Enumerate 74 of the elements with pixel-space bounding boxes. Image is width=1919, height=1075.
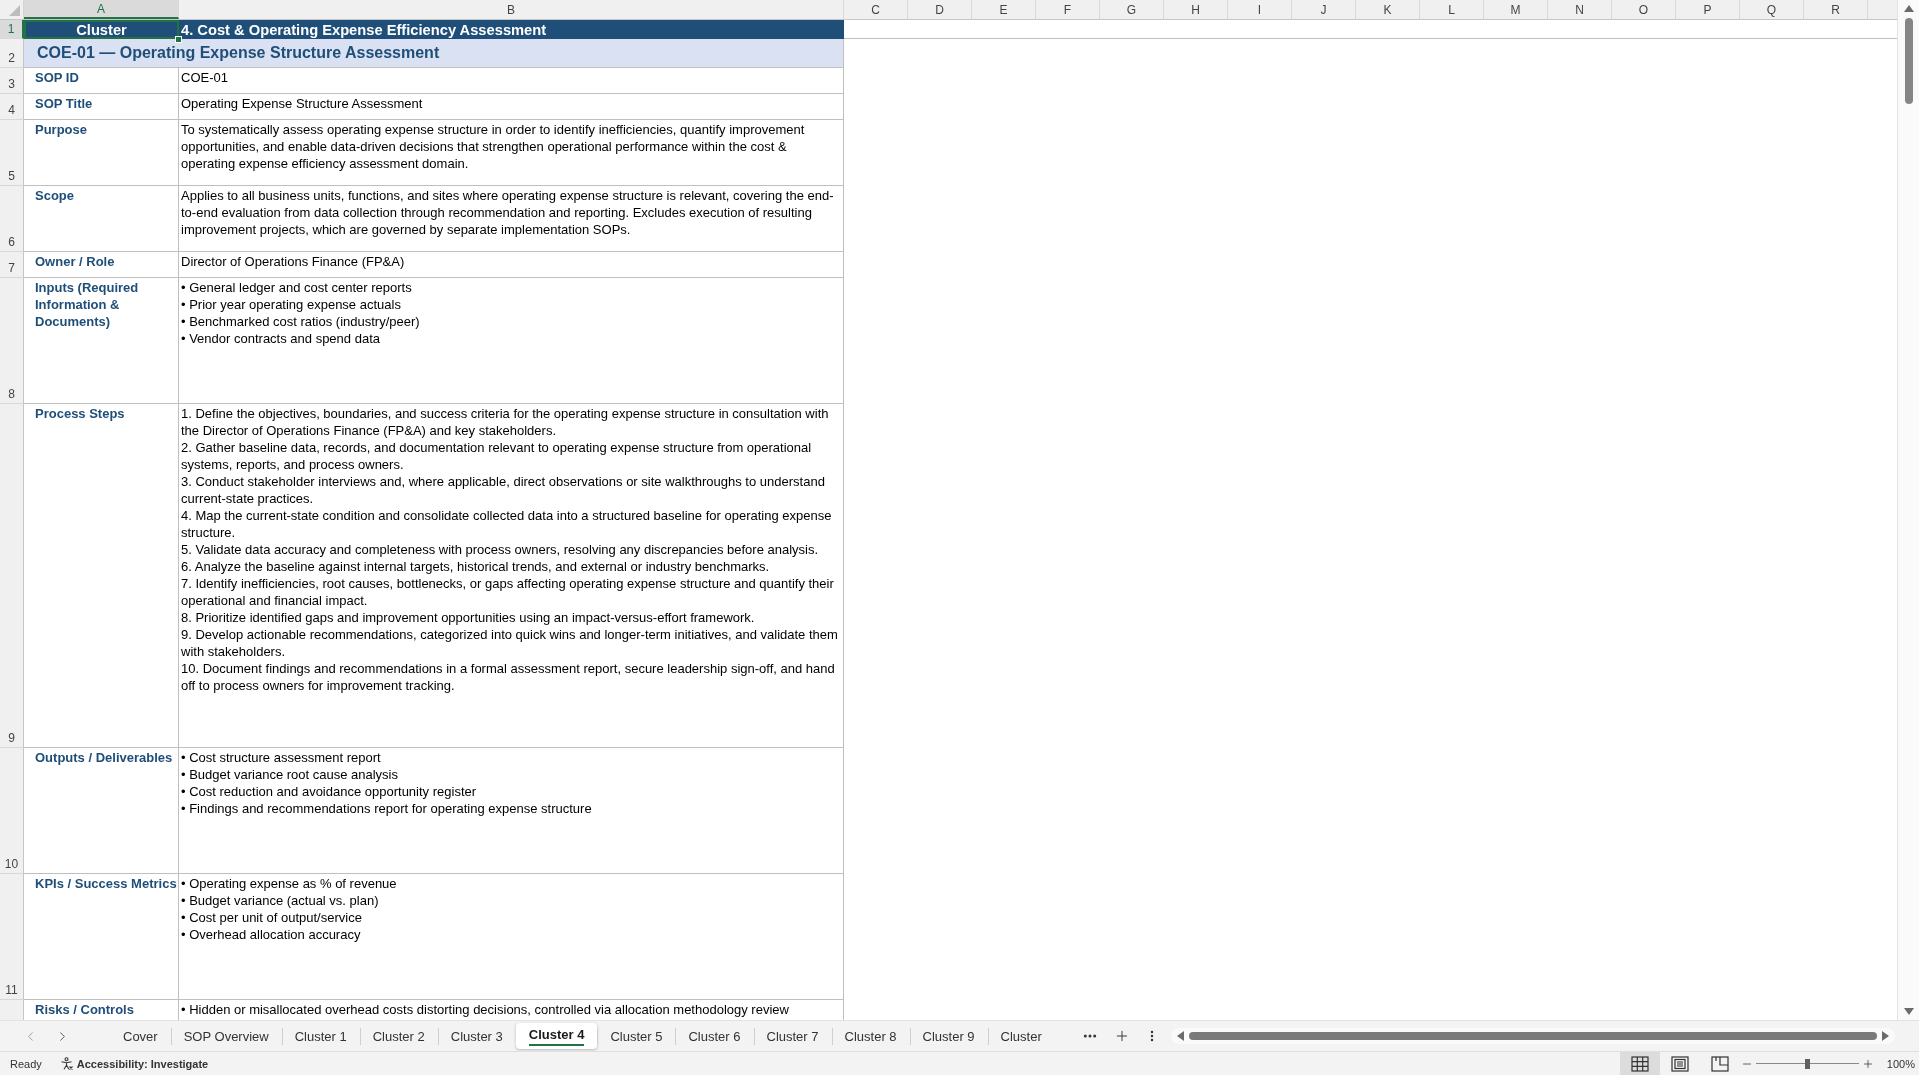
list-item: 1. Define the objectives, boundaries, and success criteria for the operating expense structure in consultation with the Director of Operations Finance (FP&A) and key stakeholders. [181, 405, 830, 439]
list-item: 4. Map the current-state condition and consolidate collected data into a structured baseline for operating expense structure. [181, 507, 833, 541]
person-icon [59, 1057, 73, 1070]
row-header[interactable]: 8 [0, 278, 24, 404]
list-item: • Budget variance root cause analysis [181, 766, 399, 783]
row-header[interactable]: 4 [0, 94, 24, 120]
section-title: COE-01 — Operating Expense Structure Assessment [24, 39, 844, 68]
row-header[interactable]: 9 [0, 404, 24, 748]
field-label: SOP ID [24, 68, 179, 94]
list-item: • General ledger and cost center reports [181, 279, 413, 296]
list-item: • Budget variance (actual vs. plan) [181, 892, 380, 909]
zoom-level: 100% [1886, 1057, 1915, 1070]
field-label: Process Steps [24, 404, 179, 748]
triangle-left-icon[interactable] [1176, 1031, 1185, 1041]
triangle-down-icon[interactable] [1903, 1007, 1914, 1016]
list-item: 7. Identify inefficiencies, root causes, bottlenecks, or gaps affecting operating expense structure and quantify their operational and financial impact. [181, 575, 835, 609]
table-cell: Cluster [24, 20, 179, 39]
row-header[interactable]: 1 [0, 20, 24, 39]
row-header[interactable]: 5 [0, 120, 24, 186]
field-label: KPIs / Success Metrics [24, 874, 179, 1000]
plus-icon [1114, 1028, 1130, 1044]
field-label: Scope [24, 186, 179, 252]
sheet-tab[interactable]: Cover [110, 1021, 171, 1051]
list-item: • Cost per unit of output/service [181, 909, 363, 926]
horizontal-scrollbar[interactable] [1171, 1028, 1895, 1044]
list-item: 6. Analyze the baseline against internal targets, historical trends, and external or industry benchmarks. [181, 558, 771, 575]
view-button[interactable] [1619, 1052, 1660, 1075]
column-header[interactable]: A [24, 0, 179, 19]
row-header[interactable]: 7 [0, 252, 24, 278]
list-item: • Benchmarked cost ratios (industry/peer) [181, 313, 421, 330]
plus-icon [1861, 1057, 1874, 1070]
accessibility-button[interactable]: Accessibility: Investigate [57, 1057, 211, 1070]
list-item: • Cost structure assessment report [181, 749, 382, 766]
table-cell: 4. Cost & Operating Expense Efficiency Assessment [179, 20, 844, 39]
field-label: Inputs (Required Information & Documents) [24, 278, 179, 404]
list-item: • Vendor contracts and spend data [181, 330, 381, 347]
vertical-scrollbar[interactable] [1897, 0, 1919, 1020]
field-label: Purpose [24, 120, 179, 186]
list-item: 8. Prioritize identified gaps and improvement opportunities using an impact-versus-effort framework. [181, 609, 756, 626]
row-header[interactable]: 11 [0, 874, 24, 1000]
row-header[interactable]: 6 [0, 186, 24, 252]
scrollbar-thumb[interactable] [1189, 1032, 1877, 1040]
field-label: Outputs / Deliverables [24, 748, 179, 874]
list-item: • Prior year operating expense actuals [181, 296, 402, 313]
list-item: 3. Conduct stakeholder interviews and, where applicable, direct observations or site walkthroughs to understand current-state practices. [181, 473, 826, 507]
page-break-icon [1710, 1055, 1729, 1072]
row-header[interactable]: 10 [0, 748, 24, 874]
list-item: 2. Gather baseline data, records, and documentation relevant to operating expense structure from operational systems, reports, and process owners. [181, 439, 813, 473]
field-value: Applies to all business units, functions, and sites where operating expense structure is relevant, covering the end-to-end evaluation from data collection through recommendation and reporting. Excludes execution of resulting improvement projects, which are governed by separate implementation SOPs. [179, 186, 844, 252]
list-item: • Hidden or misallocated overhead costs distorting decisions, controlled via allocation methodology review [181, 1001, 790, 1018]
status-text: Ready [10, 1057, 42, 1070]
list-item: • Cost reduction and avoidance opportunity register [181, 783, 478, 800]
field-value: To systematically assess operating expense structure in order to identify inefficiencies, quantify improvement opportunities, and enable data-driven decisions that strengthen operational performance within the cost & operating expense efficiency assessment domain. [179, 120, 844, 186]
list-item: 10. Document findings and recommendations in a formal assessment report, secure leadership sign-off, and hand off to process owners for improvement tracking. [181, 660, 836, 694]
list-item: • Findings and recommendations report for operating expense structure [181, 800, 593, 817]
row-header[interactable]: 3 [0, 68, 24, 94]
field-label: SOP Title [24, 94, 179, 120]
list-item: • Overhead allocation accuracy [181, 926, 362, 943]
row-header[interactable]: 2 [0, 39, 24, 68]
scrollbar-thumb[interactable] [1904, 18, 1913, 104]
fill-handle-icon[interactable] [175, 36, 182, 43]
triangle-right-icon[interactable] [1881, 1031, 1890, 1041]
list-item: 5. Validate data accuracy and completeness with process owners, resolving any discrepancies before analysis. [181, 541, 820, 558]
page-layout-icon [1670, 1055, 1689, 1072]
sheet-tab[interactable]: Cluster 4 [515, 1023, 598, 1049]
field-value: Director of Operations Finance (FP&A) [179, 252, 844, 278]
slider-thumb[interactable] [1805, 1058, 1811, 1069]
field-value: Operating Expense Structure Assessment [179, 94, 844, 120]
triangle-up-icon[interactable] [1903, 4, 1914, 13]
list-item: 9. Develop actionable recommendations, categorized into quick wins and longer-term initiatives, and validate them with stakeholders. [181, 626, 839, 660]
field-value: COE-01 [179, 68, 844, 94]
field-label: Owner / Role [24, 252, 179, 278]
list-item: • Operating expense as % of revenue [181, 875, 398, 892]
grid-icon [1630, 1055, 1649, 1072]
